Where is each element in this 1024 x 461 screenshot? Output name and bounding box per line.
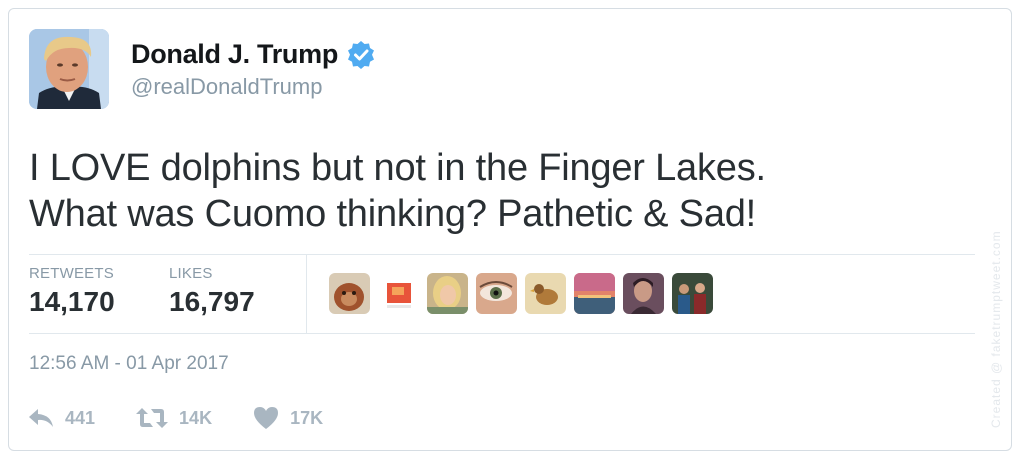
tweet-timestamp[interactable]: 12:56 AM - 01 Apr 2017 — [29, 353, 229, 375]
blonde-person-avatar[interactable] — [427, 273, 468, 314]
author-name[interactable]: Donald J. Trump — [131, 39, 338, 70]
reply-button[interactable]: 441 — [27, 406, 95, 430]
watermark-text: Created @ faketrumptweet.com — [989, 230, 1003, 428]
likes-stat[interactable]: LIKES 16,797 — [169, 265, 255, 318]
retweets-stat[interactable]: RETWEETS 14,170 — [29, 265, 115, 318]
like-button[interactable]: 17K — [252, 405, 323, 431]
profile-avatar[interactable] — [29, 29, 109, 109]
reply-icon — [27, 406, 55, 430]
retweets-label: RETWEETS — [29, 265, 114, 282]
reply-count: 441 — [65, 407, 96, 428]
tweet-actions: 441 14K 17K — [27, 405, 363, 431]
likes-value: 16,797 — [169, 286, 255, 317]
retweet-button[interactable]: 14K — [135, 406, 212, 430]
verified-badge-icon — [346, 40, 376, 70]
tweet-text-line-1: I LOVE dolphins but not in the Finger La… — [29, 147, 766, 189]
tweet-card: Donald J. Trump @realDonaldTrump I LOVE … — [8, 8, 1012, 451]
tweet-text-line-2: What was Cuomo thinking? Pathetic & Sad! — [29, 193, 757, 235]
tweet-text: I LOVE dolphins but not in the Finger La… — [29, 145, 969, 237]
tweet-stats: RETWEETS 14,170 LIKES 16,797 — [29, 254, 975, 334]
eye-closeup-avatar[interactable] — [476, 273, 517, 314]
orangutan-avatar[interactable] — [329, 273, 370, 314]
retweet-count: 14K — [179, 407, 213, 428]
author-handle[interactable]: @realDonaldTrump — [131, 74, 376, 100]
likes-label: LIKES — [169, 265, 213, 282]
person-portrait-avatar[interactable] — [623, 273, 664, 314]
likers-avatar-list — [329, 273, 713, 314]
heart-icon — [252, 405, 280, 431]
retweets-value: 14,170 — [29, 286, 115, 317]
red-object-avatar[interactable] — [378, 273, 419, 314]
stats-divider — [306, 255, 307, 333]
group-photo-avatar[interactable] — [672, 273, 713, 314]
bird-avatar[interactable] — [525, 273, 566, 314]
author-block: Donald J. Trump @realDonaldTrump — [131, 39, 376, 100]
sunset-avatar[interactable] — [574, 273, 615, 314]
retweet-icon — [135, 406, 169, 430]
like-count: 17K — [290, 407, 324, 428]
